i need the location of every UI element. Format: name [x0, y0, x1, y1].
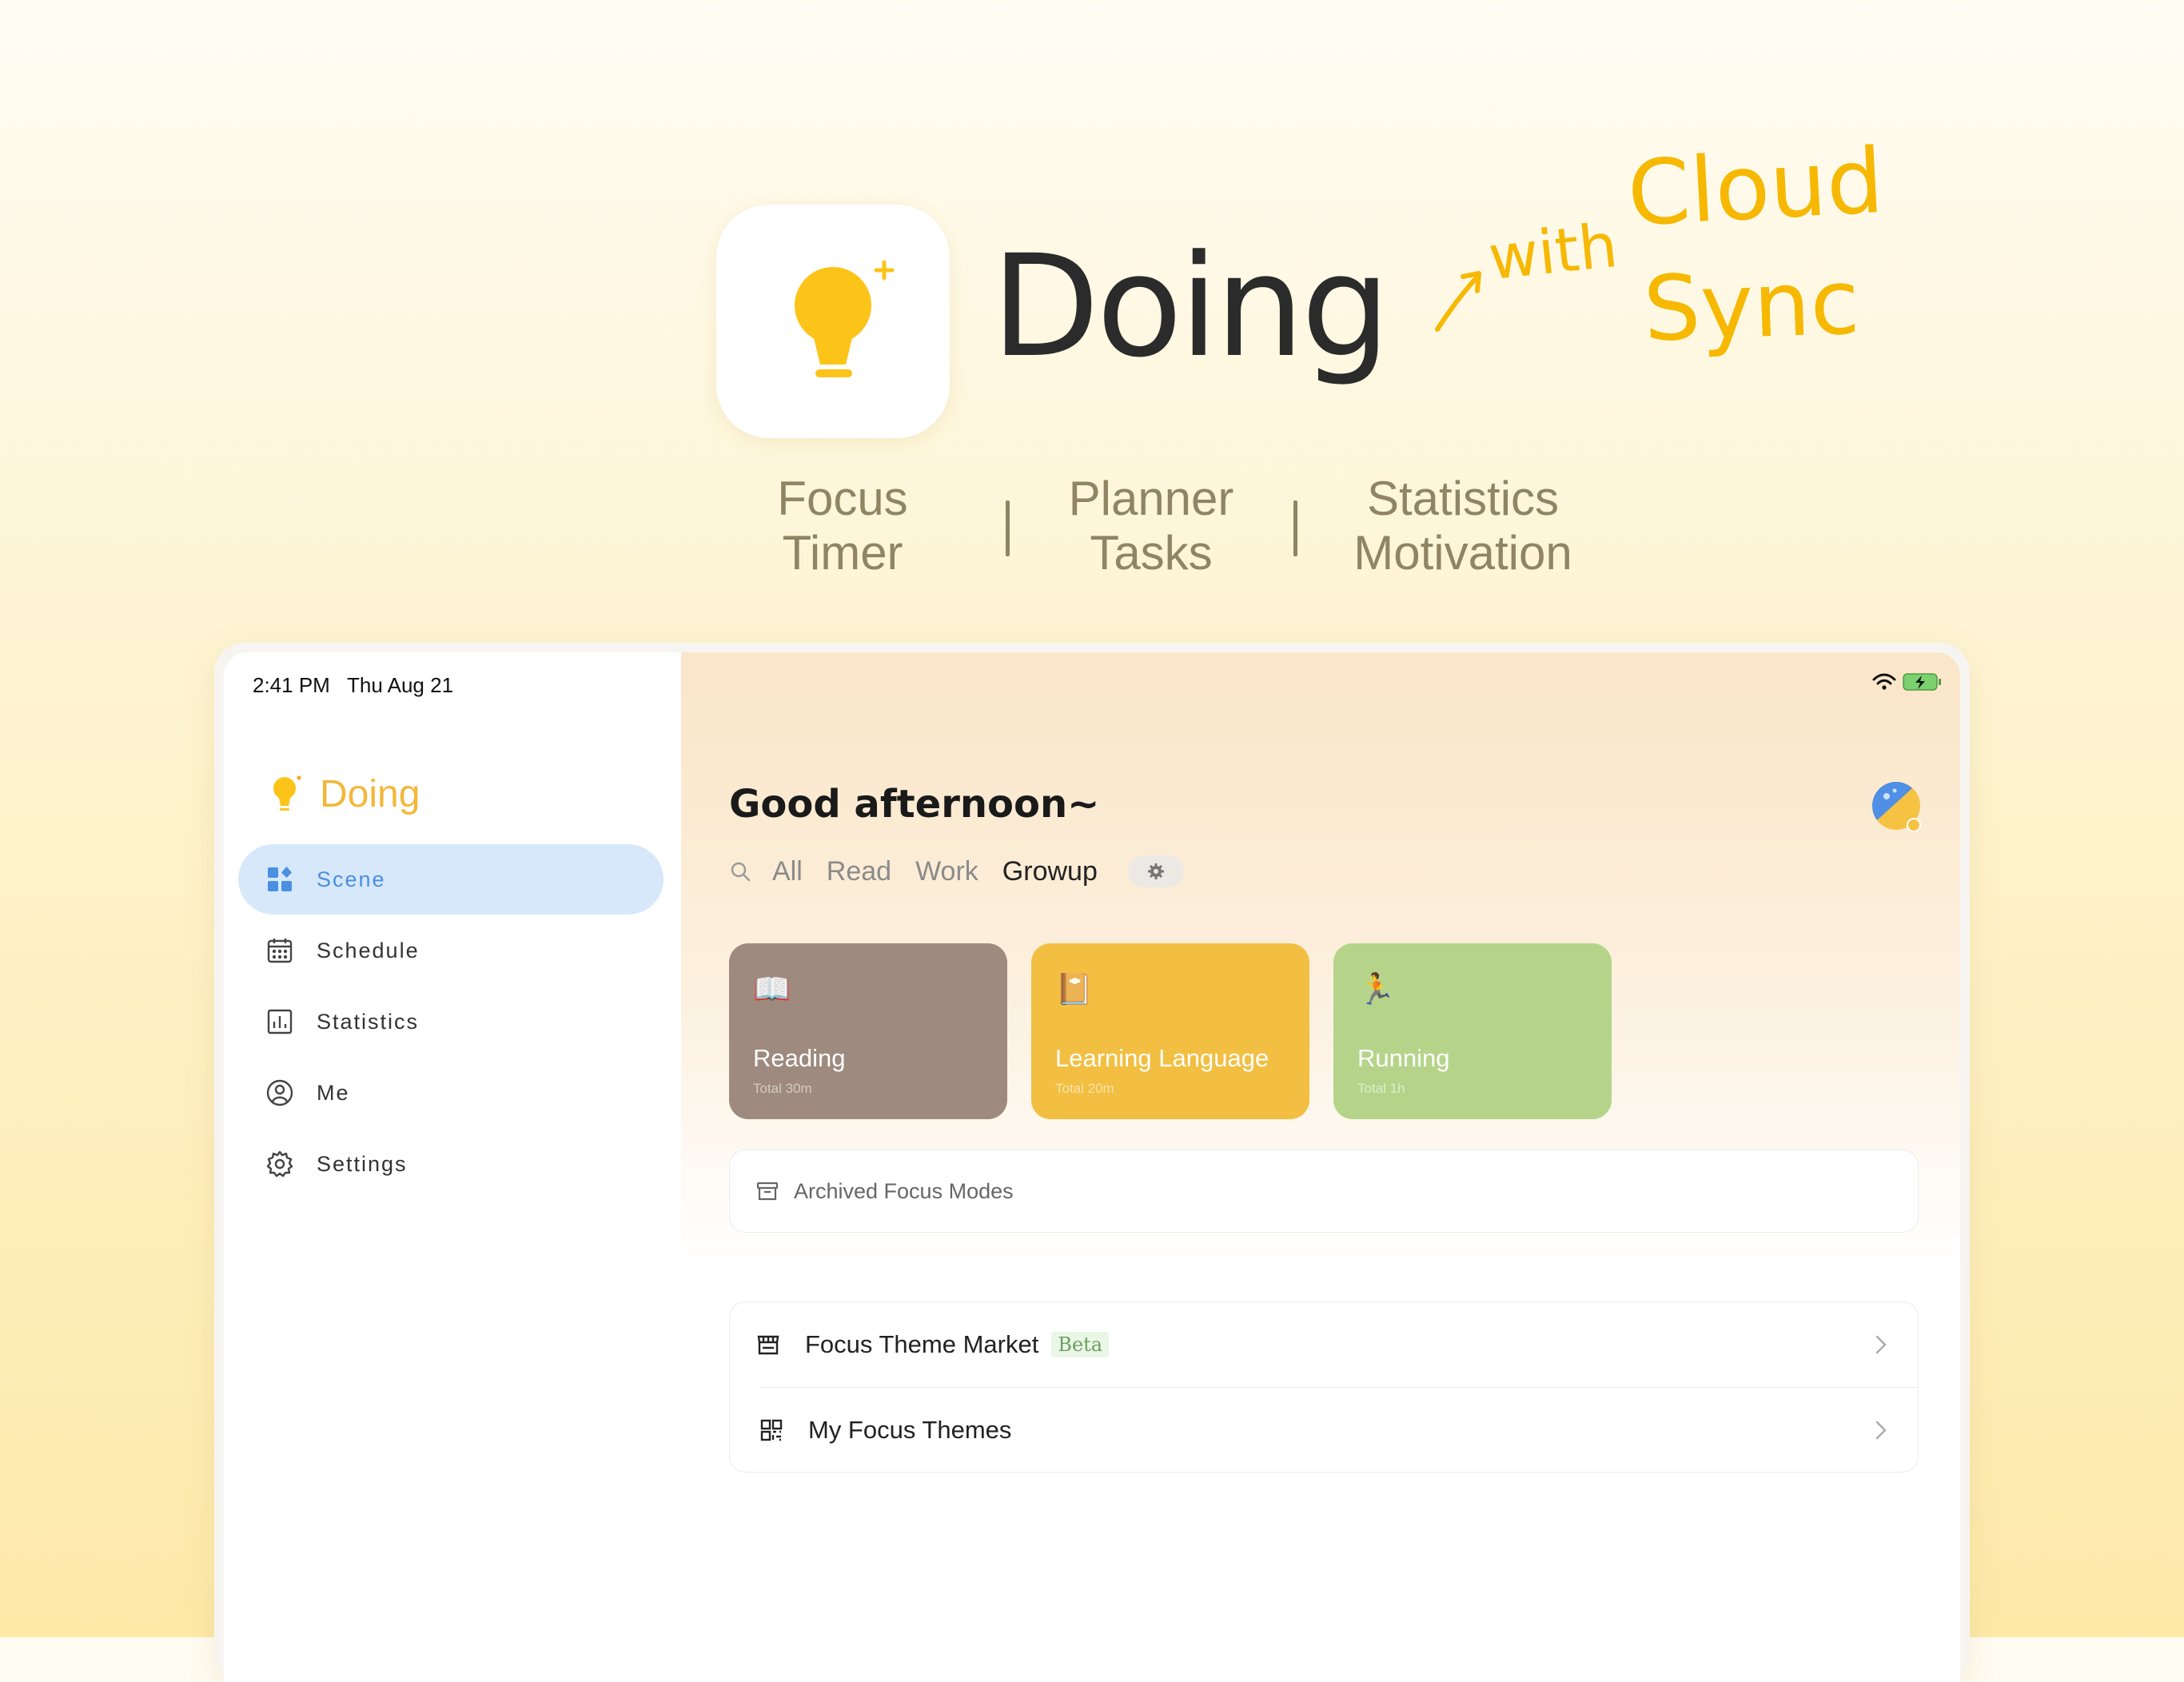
- bar-chart-icon: [265, 1007, 294, 1036]
- sidebar-item-scene[interactable]: Scene: [238, 844, 664, 915]
- gear-icon: [1147, 863, 1164, 879]
- feature-divider: [1006, 500, 1010, 556]
- lightbulb-icon: [795, 260, 895, 377]
- sidebar-item-statistics[interactable]: Statistics: [238, 986, 664, 1057]
- theme-list: Focus Theme Market Beta My Focus Themes: [729, 1301, 1919, 1473]
- avatar[interactable]: [1871, 780, 1922, 831]
- sidebar-brand: Doing: [269, 772, 420, 816]
- status-icons: [1872, 672, 1943, 692]
- arrow-up-right-icon: [1435, 271, 1481, 332]
- feature-list: Focus Timer Planner Tasks Statistics Mot…: [0, 472, 2184, 592]
- card-title: Learning Language: [1055, 1044, 1269, 1072]
- gear-icon: [265, 1150, 294, 1178]
- sidebar-nav: Scene Schedule Statistics Me Settings: [238, 844, 664, 1200]
- handwritten-with: with: [1485, 209, 1621, 294]
- tab-work[interactable]: Work: [915, 856, 978, 887]
- lightbulb-icon: [273, 775, 301, 811]
- card-subtitle: Total 20m: [1055, 1081, 1114, 1096]
- feature-planner-tasks: Planner Tasks: [1068, 472, 1234, 580]
- scene-tabs: All Read Work Growup: [729, 855, 1184, 887]
- scene-card-running[interactable]: 🏃 Running Total 1h: [1333, 943, 1612, 1119]
- card-subtitle: Total 30m: [753, 1081, 812, 1096]
- sidebar-item-schedule[interactable]: Schedule: [238, 915, 664, 986]
- app-icon: [716, 205, 950, 438]
- scene-cards: 📖 Reading Total 30m 📔 Learning Language …: [729, 943, 1612, 1119]
- card-subtitle: Total 1h: [1357, 1081, 1405, 1096]
- tab-read[interactable]: Read: [827, 856, 891, 887]
- app-screen: 2:41 PM Thu Aug 21 Doing Scene Schedule …: [224, 652, 1960, 1682]
- status-time: 2:41 PM Thu Aug 21: [253, 673, 454, 697]
- qr-grid-icon: [759, 1417, 784, 1443]
- scene-card-learning-language[interactable]: 📔 Learning Language Total 20m: [1031, 943, 1309, 1119]
- battery-charging-icon: [1903, 673, 1941, 691]
- ipad-frame: 2:41 PM Thu Aug 21 Doing Scene Schedule …: [214, 643, 1970, 1682]
- wifi-icon: [1872, 673, 1896, 690]
- archived-focus-modes-button[interactable]: Archived Focus Modes: [729, 1150, 1919, 1233]
- runner-icon: 🏃: [1357, 973, 1396, 1006]
- beta-badge: Beta: [1051, 1332, 1110, 1357]
- chevron-right-icon: [1875, 1335, 1887, 1354]
- user-circle-icon: [265, 1078, 294, 1107]
- my-focus-themes-row[interactable]: My Focus Themes: [759, 1387, 1918, 1473]
- tab-settings-button[interactable]: [1127, 855, 1184, 887]
- main-content: Good afternoon~ All Read Work Growup �: [681, 652, 1960, 1682]
- book-icon: 📖: [753, 973, 791, 1006]
- sidebar-item-me[interactable]: Me: [238, 1058, 664, 1128]
- search-icon[interactable]: [729, 860, 751, 883]
- focus-theme-market-row[interactable]: Focus Theme Market Beta: [730, 1302, 1918, 1387]
- feature-focus-timer: Focus Timer: [777, 472, 908, 580]
- card-title: Reading: [753, 1044, 846, 1072]
- calendar-icon: [265, 936, 294, 965]
- feature-divider: [1293, 500, 1297, 556]
- notebook-icon: 📔: [1055, 973, 1094, 1006]
- card-title: Running: [1357, 1044, 1450, 1072]
- sidebar-item-settings[interactable]: Settings: [238, 1129, 664, 1199]
- chevron-right-icon: [1875, 1421, 1887, 1440]
- app-name-heading: Doing: [991, 225, 1390, 389]
- archive-box-icon: [755, 1179, 779, 1203]
- feature-statistics-motivation: Statistics Motivation: [1353, 472, 1572, 580]
- store-icon: [755, 1332, 781, 1357]
- tab-all[interactable]: All: [772, 856, 803, 887]
- handwritten-cloud: Cloud: [1624, 129, 1887, 247]
- tab-growup[interactable]: Growup: [1002, 856, 1098, 887]
- handwritten-sync: Sync: [1641, 250, 1862, 362]
- grid-icon: [265, 865, 294, 894]
- greeting-heading: Good afternoon~: [729, 782, 1100, 827]
- sidebar: 2:41 PM Thu Aug 21 Doing Scene Schedule …: [224, 652, 681, 1682]
- scene-card-reading[interactable]: 📖 Reading Total 30m: [729, 943, 1007, 1119]
